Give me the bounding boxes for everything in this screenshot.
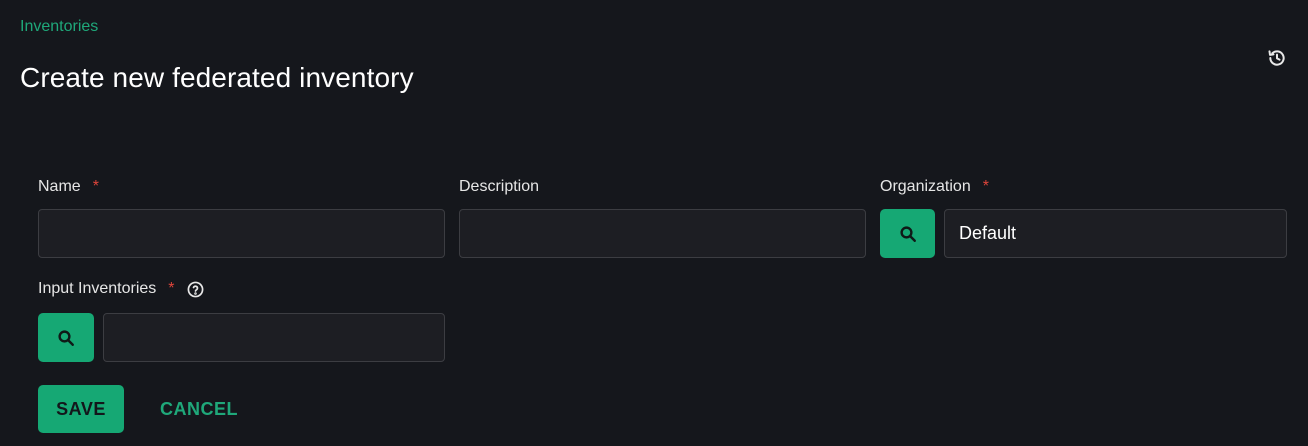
breadcrumb-inventories[interactable]: Inventories [20,18,98,36]
name-required-mark: * [92,178,99,195]
description-label: Description [459,178,539,196]
input-inventories-required-mark: * [168,280,175,297]
input-inventories-search-button[interactable] [38,313,94,362]
organization-label: Organization * [880,178,989,196]
cancel-button[interactable]: CANCEL [146,385,252,433]
search-icon [58,329,74,346]
organization-input[interactable] [944,209,1287,258]
help-button[interactable] [187,281,204,298]
input-inventories-label: Input Inventories * [38,280,204,298]
input-inventories-label-text: Input Inventories [38,280,157,297]
history-button[interactable] [1265,46,1289,70]
description-label-text: Description [459,178,540,195]
name-label-text: Name [38,178,81,195]
organization-label-text: Organization [880,178,971,195]
organization-search-button[interactable] [880,209,935,258]
name-label: Name * [38,178,99,196]
description-input[interactable] [459,209,866,258]
input-inventories-input[interactable] [103,313,445,362]
organization-required-mark: * [982,178,989,195]
search-icon [899,225,916,242]
question-circle-icon [187,281,203,297]
name-input[interactable] [38,209,445,258]
history-icon [1268,50,1285,66]
page: Inventories Create new federated invento… [0,0,1308,446]
save-button[interactable]: SAVE [38,385,124,433]
page-title: Create new federated inventory [20,62,414,93]
